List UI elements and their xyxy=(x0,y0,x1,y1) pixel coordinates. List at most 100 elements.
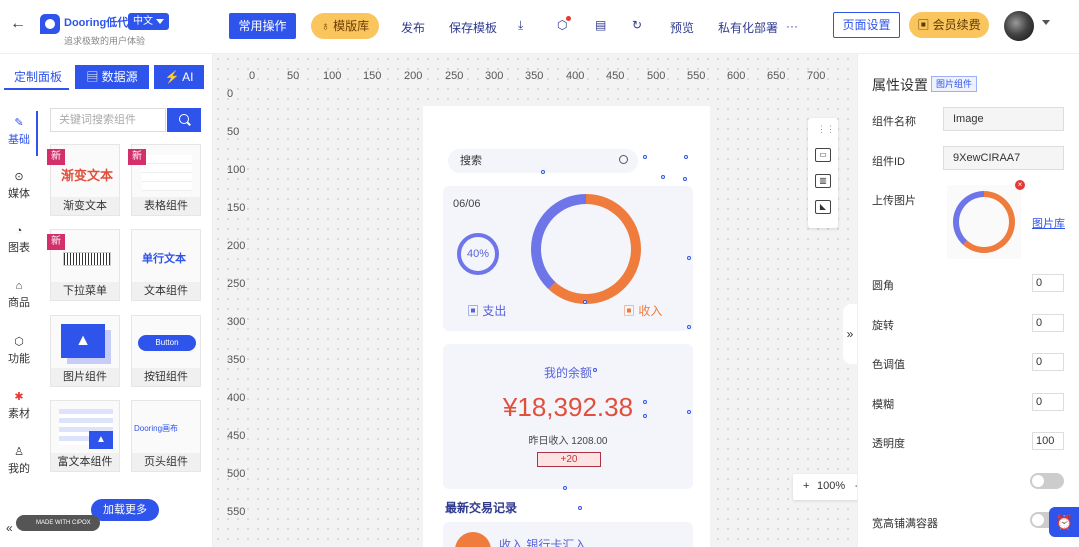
category-mine[interactable]: ♙ 我的 xyxy=(0,445,38,476)
component-sidebar: 定制面板 ▤ 数据源 ⚡ AI ✎ 基础 ⊙ 媒体 ◔ 图表 ⌂ 商品 ⬡ 功能 ✱ 素材 … xyxy=(0,54,213,547)
selection-handle[interactable] xyxy=(583,300,587,304)
gradient-text-preview: 渐变文本 xyxy=(61,168,114,183)
expand-panel-icon[interactable]: » xyxy=(843,304,857,364)
selection-handle[interactable] xyxy=(687,325,691,329)
id-input[interactable]: 9XewCIRAA7 xyxy=(943,146,1064,170)
active-tab-indicator xyxy=(4,88,69,90)
component-header[interactable]: Dooring画布 页头组件 xyxy=(131,400,201,472)
legend-expense: ▣ 支出 xyxy=(467,304,507,318)
preview-button[interactable]: 预览 xyxy=(670,19,694,36)
component-search-input[interactable]: 关键词搜索组件 xyxy=(50,108,166,132)
record-item[interactable]: 收入 银行卡汇入 xyxy=(443,522,693,547)
member-renew-button[interactable]: ▣ 会员续费 xyxy=(909,12,989,38)
ruler-tick: 50 xyxy=(227,126,240,138)
rotate-input[interactable]: 0 xyxy=(1032,314,1064,332)
selection-handle[interactable] xyxy=(683,177,687,181)
category-label: 媒体 xyxy=(8,188,30,200)
ruler-tick: 350 xyxy=(525,70,544,82)
name-label: 组件名称 xyxy=(872,116,916,128)
selection-handle[interactable] xyxy=(643,400,647,404)
selection-handle[interactable] xyxy=(643,414,647,418)
ruler-tick: 0 xyxy=(249,70,256,82)
selection-handle[interactable] xyxy=(687,256,691,260)
income-expense-card[interactable]: 06/06 40% ▣ 支出 ▣ 收入 xyxy=(443,186,693,331)
balance-card[interactable]: 我的余额 ¥18,392.38 昨日收入 1208.00 +20 xyxy=(443,344,693,489)
unnamed-toggle[interactable] xyxy=(1030,473,1064,489)
panel-title: 属性设置 xyxy=(872,77,928,93)
ai-icon: ⚡ xyxy=(164,70,180,84)
selection-handle[interactable] xyxy=(541,170,545,174)
editor-canvas[interactable]: 0 50 100 150 200 250 300 350 400 450 500… xyxy=(213,54,933,547)
ruler-tick: 450 xyxy=(606,70,625,82)
help-float-button[interactable]: ⏰ xyxy=(1049,507,1079,537)
selection-handle[interactable] xyxy=(661,175,665,179)
category-label: 我的 xyxy=(8,463,30,475)
legend-expense-label: 支出 xyxy=(482,304,507,318)
back-arrow-icon[interactable]: ← xyxy=(10,15,26,33)
desktop-view-icon[interactable]: ▭ xyxy=(815,148,831,162)
tab-ai[interactable]: ⚡ AI xyxy=(154,65,204,89)
component-button[interactable]: Button 按钮组件 xyxy=(131,315,201,387)
template-library-button[interactable]: ♁ 模版库 xyxy=(311,13,379,39)
ruler-tick: 100 xyxy=(227,164,246,176)
selection-handle[interactable] xyxy=(578,506,582,510)
component-dropdown[interactable]: 新 下拉菜单 xyxy=(47,229,120,301)
chevron-down-icon[interactable] xyxy=(1042,20,1050,29)
component-table[interactable]: 新 表格组件 xyxy=(128,144,201,216)
radius-input[interactable]: 0 xyxy=(1032,274,1064,292)
refresh-icon[interactable]: ↻ xyxy=(632,18,642,32)
category-material[interactable]: ✱ 素材 xyxy=(0,390,38,421)
category-basic[interactable]: ✎ 基础 xyxy=(0,116,38,147)
selection-handle[interactable] xyxy=(684,155,688,159)
selection-handle[interactable] xyxy=(643,155,647,159)
category-goods[interactable]: ⌂ 商品 xyxy=(0,280,38,310)
common-ops-button[interactable]: 常用操作 xyxy=(229,13,296,39)
save-template-button[interactable]: 保存模板 xyxy=(449,19,497,36)
component-text[interactable]: 单行文本 文本组件 xyxy=(131,229,201,301)
collapse-sidebar-icon[interactable]: « xyxy=(6,521,13,535)
drag-handle-icon[interactable]: ⋮⋮ xyxy=(817,124,835,135)
zoom-in-button[interactable]: + xyxy=(803,480,809,492)
layout-icon[interactable]: ▥ xyxy=(815,174,831,188)
category-media[interactable]: ⊙ 媒体 xyxy=(0,170,38,201)
blur-input[interactable]: 0 xyxy=(1032,393,1064,411)
image-upload[interactable] xyxy=(947,185,1021,259)
publish-button[interactable]: 发布 xyxy=(401,19,425,36)
search-button[interactable] xyxy=(167,108,201,132)
category-chart[interactable]: ◔ 图表 xyxy=(0,225,38,255)
download-icon[interactable]: ⤓ xyxy=(518,18,523,33)
ruler-tick: 450 xyxy=(227,430,246,442)
fill-icon[interactable]: ◣ xyxy=(815,200,831,214)
language-select[interactable]: 中文 xyxy=(128,13,169,30)
made-with-badge[interactable]: MADE WITH CIPOX xyxy=(16,515,100,531)
ruler-tick: 250 xyxy=(445,70,464,82)
image-library-link[interactable]: 图片库 xyxy=(1032,215,1065,231)
hue-input[interactable]: 0 xyxy=(1032,353,1064,371)
private-deploy-button[interactable]: 私有化部署 xyxy=(718,19,778,36)
page-settings-button[interactable]: 页面设置 xyxy=(833,12,900,38)
component-richtext[interactable]: ▲ 富文本组件 xyxy=(50,400,120,472)
phone-preview[interactable]: 搜索 06/06 40% ▣ 支出 ▣ 收入 我的余额 ¥18,392.38 昨… xyxy=(423,106,710,547)
more-menu-button[interactable]: ··· xyxy=(786,19,798,33)
pen-icon: ✎ xyxy=(14,117,24,129)
selection-handle[interactable] xyxy=(593,368,597,372)
component-gradient-text[interactable]: 渐变文本 新 渐变文本 xyxy=(47,144,120,216)
play-icon: ⊙ xyxy=(14,171,24,183)
remove-image-icon[interactable]: × xyxy=(1015,180,1025,190)
component-image[interactable]: ▲ 图片组件 xyxy=(50,315,120,387)
record-text: 收入 银行卡汇入 xyxy=(499,538,587,547)
tab-datasource[interactable]: ▤ 数据源 xyxy=(75,65,149,89)
opacity-input[interactable]: 100 xyxy=(1032,432,1064,450)
selection-handle[interactable] xyxy=(687,410,691,414)
tab-custom-panel[interactable]: 定制面板 xyxy=(14,68,62,85)
category-function[interactable]: ⬡ 功能 xyxy=(0,335,38,366)
ruler-tick: 150 xyxy=(363,70,382,82)
selection-handle[interactable] xyxy=(563,486,567,490)
user-avatar[interactable] xyxy=(1004,11,1034,41)
load-more-button[interactable]: 加载更多 xyxy=(91,499,159,521)
name-input[interactable]: Image xyxy=(943,107,1064,131)
hue-label: 色调值 xyxy=(872,359,905,371)
pdf-icon[interactable]: ▤ xyxy=(595,18,606,32)
ruler-tick: 600 xyxy=(727,70,746,82)
datasource-icon: ▤ xyxy=(86,70,99,84)
